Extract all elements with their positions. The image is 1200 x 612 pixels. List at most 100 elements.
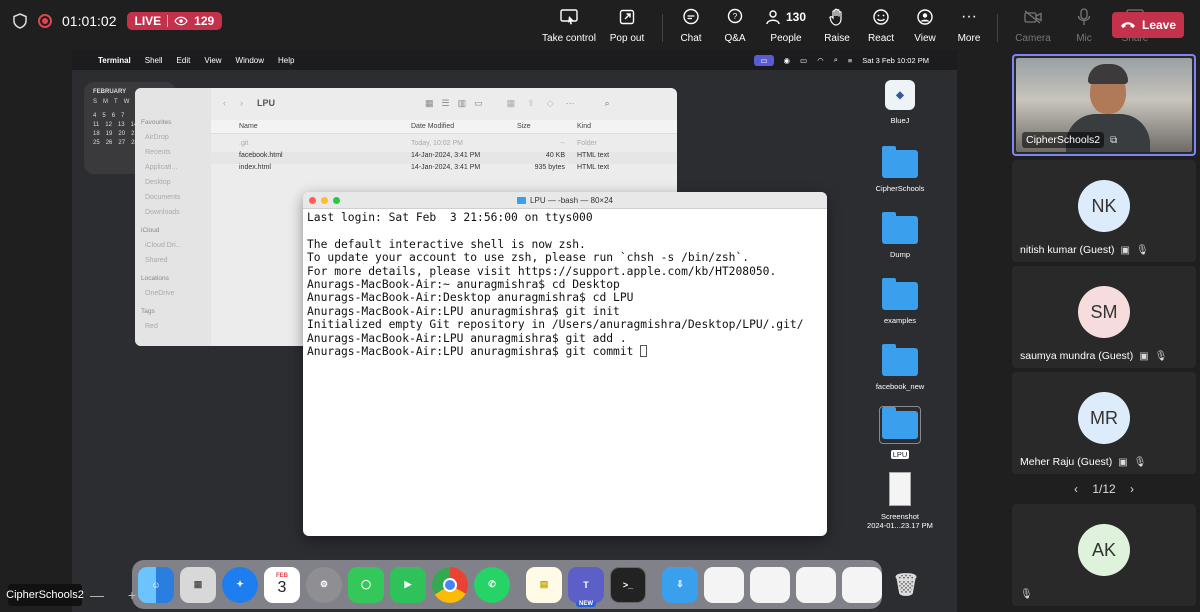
downloads-dock-icon[interactable]: ⇩ bbox=[662, 566, 698, 603]
column-date-modified[interactable]: Date Modified bbox=[411, 120, 517, 133]
terminal-output[interactable]: Last login: Sat Feb 3 21:56:00 on ttys00… bbox=[303, 209, 827, 360]
participant-tile[interactable]: CipherSchools2 ⧉ bbox=[1012, 54, 1196, 156]
leave-button[interactable]: Leave bbox=[1112, 12, 1184, 38]
system-settings-dock-icon[interactable]: ⚙ bbox=[306, 566, 342, 603]
forward-icon[interactable]: › bbox=[240, 98, 243, 108]
tag-icon[interactable]: ◇ bbox=[547, 98, 554, 109]
teams-dock-icon[interactable]: T NEW bbox=[568, 566, 604, 607]
next-page-button[interactable]: › bbox=[1130, 482, 1134, 496]
control-center-icon[interactable]: ≡ bbox=[848, 56, 852, 65]
react-button[interactable]: React bbox=[859, 6, 903, 44]
terminal-title-bar[interactable]: LPU — -bash — 80×24 bbox=[303, 192, 827, 209]
messages-dock-icon[interactable]: ◯ bbox=[348, 566, 384, 603]
back-icon[interactable]: ‹ bbox=[223, 98, 226, 108]
sidebar-item-applications[interactable]: Applicati... bbox=[141, 160, 205, 175]
desktop-folder-examples[interactable]: examples bbox=[865, 278, 935, 325]
menu-shell[interactable]: Shell bbox=[145, 56, 163, 65]
sidebar-item-tag-red[interactable]: Red bbox=[141, 319, 205, 334]
more-button[interactable]: ··· More bbox=[947, 6, 991, 44]
share-icon[interactable]: ⇪ bbox=[527, 98, 535, 109]
menu-window[interactable]: Window bbox=[236, 56, 264, 65]
mic-button[interactable]: Mic bbox=[1062, 6, 1106, 44]
terminal-window[interactable]: LPU — -bash — 80×24 Last login: Sat Feb … bbox=[303, 192, 827, 536]
column-size[interactable]: Size bbox=[517, 120, 571, 133]
finder-dock-icon[interactable]: ☺ bbox=[138, 566, 174, 603]
pop-out-button[interactable]: Pop out bbox=[598, 6, 656, 44]
menu-view[interactable]: View bbox=[204, 56, 221, 65]
recent-window-thumbnail[interactable] bbox=[704, 566, 744, 603]
group-icon[interactable]: ▦ bbox=[507, 98, 516, 109]
table-row[interactable]: index.html 14-Jan-2024, 3:41 PM 935 byte… bbox=[211, 164, 677, 176]
close-icon[interactable] bbox=[309, 197, 316, 204]
desktop-file-screenshot[interactable]: Screenshot 2024-01...23.17 PM bbox=[865, 472, 935, 530]
take-control-icon bbox=[560, 6, 578, 28]
recent-window-thumbnail[interactable] bbox=[796, 566, 836, 603]
participant-tile[interactable]: MR Meher Raju (Guest) ▣ 🎙 bbox=[1012, 372, 1196, 474]
raise-hand-button[interactable]: Raise bbox=[815, 6, 859, 44]
launchpad-dock-icon[interactable]: ▦ bbox=[180, 566, 216, 603]
wifi-icon[interactable]: ◠ bbox=[817, 56, 824, 65]
sidebar-item-recents[interactable]: Recents bbox=[141, 145, 205, 160]
zoom-icon[interactable] bbox=[333, 197, 340, 204]
terminal-dock-icon[interactable]: >_ bbox=[610, 566, 646, 603]
participant-tile[interactable]: AK 🎙 bbox=[1012, 504, 1196, 606]
view-button[interactable]: View bbox=[903, 6, 947, 44]
action-icon[interactable]: ⋯ bbox=[566, 98, 575, 109]
zoom-in-button[interactable]: + bbox=[128, 587, 136, 603]
participant-tile[interactable]: NK nitish kumar (Guest) ▣ 🎙 bbox=[1012, 160, 1196, 262]
safari-dock-icon[interactable]: ✦ bbox=[222, 566, 258, 603]
desktop-folder-lpu[interactable]: LPU bbox=[865, 406, 935, 459]
battery-icon[interactable]: ▭ bbox=[800, 56, 807, 65]
prev-page-button[interactable]: ‹ bbox=[1074, 482, 1078, 496]
terminal-line: The default interactive shell is now zsh… bbox=[307, 237, 586, 251]
desktop-folder-dump[interactable]: Dump bbox=[865, 212, 935, 259]
recent-window-thumbnail[interactable] bbox=[750, 566, 790, 603]
sidebar-item-airdrop[interactable]: AirDrop bbox=[141, 130, 205, 145]
sidebar-item-desktop[interactable]: Desktop bbox=[141, 175, 205, 190]
calendar-dock-icon[interactable]: FEB 3 bbox=[264, 566, 300, 603]
search-icon[interactable]: ⌕ bbox=[605, 98, 610, 109]
notes-dock-icon[interactable]: ▤ bbox=[526, 566, 562, 603]
desktop-icon-bluej[interactable]: ◆ BlueJ bbox=[865, 80, 935, 125]
whatsapp-dock-icon[interactable]: ✆ bbox=[474, 566, 510, 603]
menu-terminal[interactable]: Terminal bbox=[98, 56, 131, 65]
people-button[interactable]: 130 People bbox=[757, 6, 815, 44]
minimize-icon[interactable] bbox=[321, 197, 328, 204]
participant-tile[interactable]: SM saumya mundra (Guest) ▣ 🎙 bbox=[1012, 266, 1196, 368]
qa-button[interactable]: ? Q&A bbox=[713, 6, 757, 44]
trash-dock-icon[interactable]: 🗑 bbox=[888, 567, 924, 603]
terminal-line: Anurags-MacBook-Air:Desktop anuragmishra… bbox=[307, 291, 634, 305]
sidebar-item-icloud-drive[interactable]: iCloud Dri... bbox=[141, 238, 205, 253]
recent-window-thumbnail[interactable] bbox=[842, 566, 882, 603]
folder-icon bbox=[882, 146, 918, 178]
table-row[interactable]: facebook.html 14-Jan-2024, 3:41 PM 40 KB… bbox=[211, 152, 677, 164]
sidebar-item-shared[interactable]: Shared bbox=[141, 253, 205, 268]
camera-button[interactable]: Camera bbox=[1004, 6, 1062, 44]
view-mode-icons[interactable]: ▦☰▥▭ bbox=[425, 98, 491, 109]
sidebar-item-downloads[interactable]: Downloads bbox=[141, 205, 205, 220]
folder-icon bbox=[882, 278, 918, 310]
terminal-window-controls[interactable] bbox=[309, 197, 340, 204]
desktop-folder-facebook-new[interactable]: facebook_new bbox=[865, 344, 935, 391]
sidebar-item-documents[interactable]: Documents bbox=[141, 190, 205, 205]
menu-edit[interactable]: Edit bbox=[177, 56, 191, 65]
facetime-dock-icon[interactable]: ▶ bbox=[390, 566, 426, 603]
search-icon[interactable]: ⌕ bbox=[834, 55, 838, 65]
chat-button[interactable]: Chat bbox=[669, 6, 713, 44]
menu-help[interactable]: Help bbox=[278, 56, 294, 65]
column-kind[interactable]: Kind bbox=[571, 120, 591, 133]
viewer-count: 129 bbox=[194, 14, 215, 28]
zoom-out-button[interactable]: — bbox=[90, 587, 104, 603]
record-status-icon[interactable]: ◉ bbox=[784, 56, 791, 65]
qa-icon: ? bbox=[726, 6, 744, 28]
sidebar-item-onedrive[interactable]: OneDrive bbox=[141, 286, 205, 301]
chrome-dock-icon[interactable] bbox=[432, 566, 468, 603]
take-control-button[interactable]: Take control bbox=[540, 6, 598, 44]
shield-icon bbox=[13, 13, 27, 29]
column-name[interactable]: Name bbox=[211, 120, 411, 133]
screen-share-status-icon[interactable]: ▭ bbox=[754, 54, 774, 66]
mac-datetime[interactable]: Sat 3 Feb 10:02 PM bbox=[862, 56, 929, 65]
table-row[interactable]: .git Today, 10:02 PM -- Folder bbox=[211, 140, 677, 152]
desktop-folder-cipherschools[interactable]: CipherSchools bbox=[865, 146, 935, 193]
terminal-prompt-line[interactable]: Anurags-MacBook-Air:LPU anuragmishra$ gi… bbox=[307, 344, 823, 358]
